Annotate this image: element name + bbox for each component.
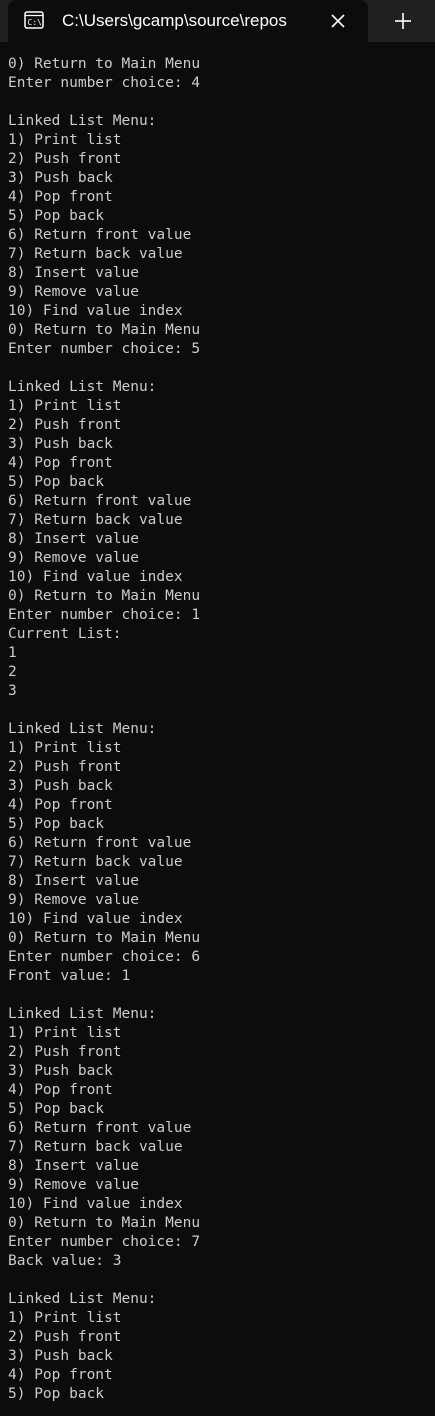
- terminal-line: 5) Pop back: [8, 208, 105, 224]
- tab-title: C:\Users\gcamp\source\repos: [62, 11, 287, 30]
- terminal-line: Linked List Menu:: [8, 1006, 157, 1022]
- terminal-line: 8) Insert value: [8, 1158, 139, 1174]
- terminal-line: 2) Push front: [8, 759, 122, 775]
- terminal-line: 6) Return front value: [8, 493, 192, 509]
- terminal-line: 3) Push back: [8, 1063, 113, 1079]
- terminal-line: 2) Push front: [8, 1329, 122, 1345]
- terminal-line: 0) Return to Main Menu: [8, 930, 201, 946]
- terminal-line: Enter number choice: 6: [8, 949, 201, 965]
- terminal-line: 5) Pop back: [8, 1386, 105, 1402]
- terminal-line: Enter number choice: 4: [8, 75, 201, 91]
- terminal-line: 7) Return back value: [8, 1139, 183, 1155]
- terminal-line: 10) Find value index: [8, 569, 183, 585]
- terminal-line: 1) Print list: [8, 398, 122, 414]
- terminal-line: Front value: 1: [8, 968, 131, 984]
- terminal-line: 5) Pop back: [8, 1101, 105, 1117]
- terminal-line: 8) Insert value: [8, 873, 139, 889]
- terminal-line: Enter number choice: 1: [8, 607, 201, 623]
- terminal-icon: C:\: [24, 11, 44, 29]
- terminal-line: Linked List Menu:: [8, 721, 157, 737]
- terminal-line: Back value: 3: [8, 1253, 122, 1269]
- close-icon[interactable]: [326, 9, 350, 33]
- terminal-line: 4) Pop front: [8, 797, 113, 813]
- plus-icon[interactable]: [388, 7, 418, 35]
- terminal-line: 10) Find value index: [8, 303, 183, 319]
- terminal-line: 8) Insert value: [8, 265, 139, 281]
- terminal-line: 3) Push back: [8, 436, 113, 452]
- terminal-line: 2) Push front: [8, 151, 122, 167]
- terminal-line: Enter number choice: 7: [8, 1234, 201, 1250]
- terminal-line: 9) Remove value: [8, 284, 139, 300]
- terminal-line: 5) Pop back: [8, 474, 105, 490]
- terminal-line: 9) Remove value: [8, 892, 139, 908]
- terminal-line: 7) Return back value: [8, 246, 183, 262]
- terminal-line: Enter number choice: 5: [8, 341, 201, 357]
- terminal-line: 3: [8, 683, 17, 699]
- terminal-line: 0) Return to Main Menu: [8, 322, 201, 338]
- terminal-line: 10) Find value index: [8, 911, 183, 927]
- terminal-line: 2) Push front: [8, 417, 122, 433]
- terminal-line: 3) Push back: [8, 778, 113, 794]
- terminal-line: Linked List Menu:: [8, 1291, 157, 1307]
- terminal-line: 6) Return front value: [8, 835, 192, 851]
- terminal-line: 1) Print list: [8, 740, 122, 756]
- terminal-line: 2: [8, 664, 17, 680]
- terminal-line: 3) Push back: [8, 170, 113, 186]
- terminal-line: 3) Push back: [8, 1348, 113, 1364]
- terminal-line: 9) Remove value: [8, 1177, 139, 1193]
- terminal-line: 6) Return front value: [8, 227, 192, 243]
- title-bar: C:\ C:\Users\gcamp\source\repos: [0, 0, 435, 42]
- terminal-line: 1) Print list: [8, 1310, 122, 1326]
- terminal-line: 10) Find value index: [8, 1196, 183, 1212]
- terminal-line: 7) Return back value: [8, 854, 183, 870]
- terminal-line: 1: [8, 645, 17, 661]
- terminal-output[interactable]: 0) Return to Main Menu Enter number choic…: [8, 55, 428, 1404]
- terminal-line: 4) Pop front: [8, 189, 113, 205]
- terminal-line: 4) Pop front: [8, 1082, 113, 1098]
- terminal-line: 9) Remove value: [8, 550, 139, 566]
- terminal-line: 0) Return to Main Menu: [8, 588, 201, 604]
- terminal-tab[interactable]: C:\ C:\Users\gcamp\source\repos: [8, 0, 368, 42]
- terminal-line: 4) Pop front: [8, 455, 113, 471]
- terminal-line: 4) Pop front: [8, 1367, 113, 1383]
- terminal-line: 1) Print list: [8, 1025, 122, 1041]
- terminal-line: Linked List Menu:: [8, 113, 157, 129]
- terminal-line: 6) Return front value: [8, 1120, 192, 1136]
- terminal-line: 8) Insert value: [8, 531, 139, 547]
- terminal-line: Linked List Menu:: [8, 379, 157, 395]
- terminal-line: 1) Print list: [8, 132, 122, 148]
- terminal-line: 5) Pop back: [8, 816, 105, 832]
- terminal-line: 2) Push front: [8, 1044, 122, 1060]
- terminal-line: 0) Return to Main Menu: [8, 56, 201, 72]
- terminal-line: 0) Return to Main Menu: [8, 1215, 201, 1231]
- svg-text:C:\: C:\: [28, 18, 43, 27]
- terminal-line: 7) Return back value: [8, 512, 183, 528]
- terminal-line: Current List:: [8, 626, 122, 642]
